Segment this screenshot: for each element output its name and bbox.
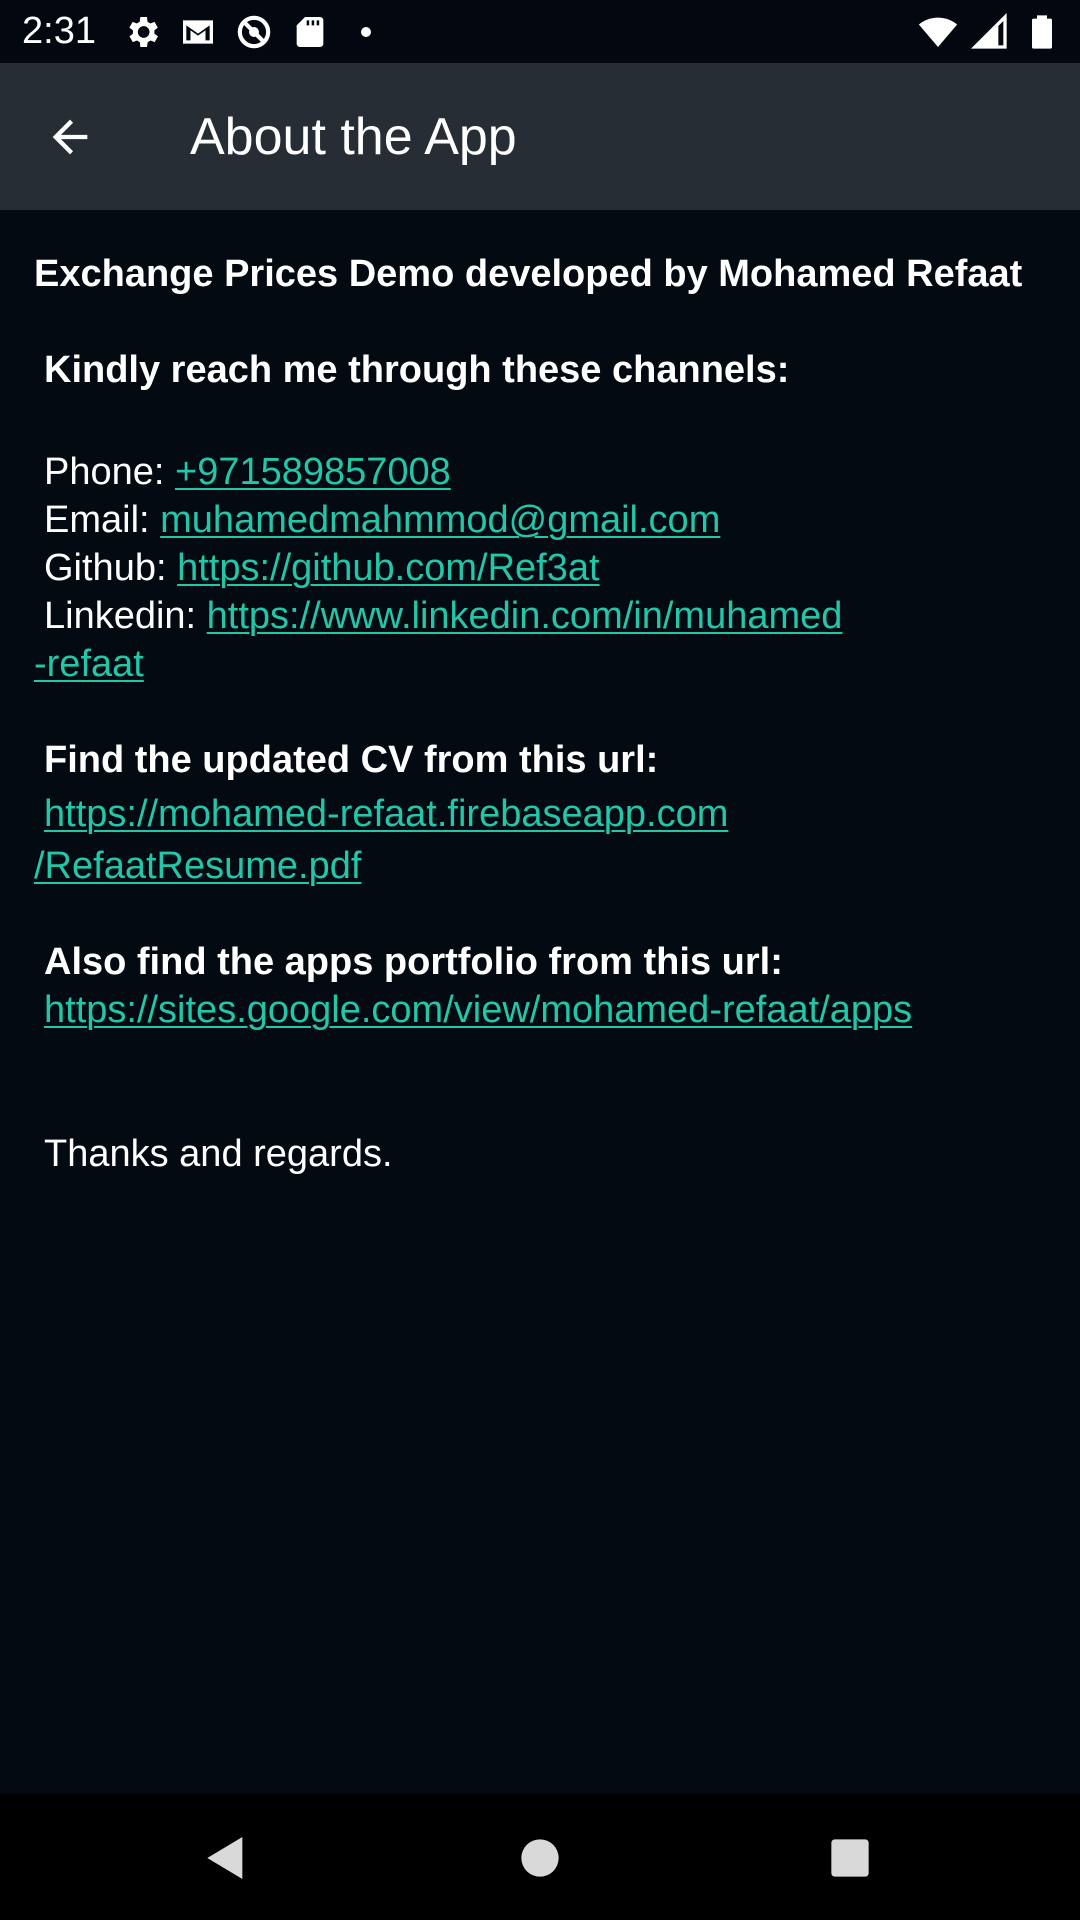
phone-label: Phone: bbox=[44, 451, 175, 493]
system-nav-bar bbox=[0, 1794, 1080, 1920]
nav-home-button[interactable] bbox=[512, 1830, 568, 1886]
github-link[interactable]: https://github.com/Ref3at bbox=[177, 547, 599, 589]
linkedin-label: Linkedin: bbox=[44, 595, 207, 637]
status-icons-left bbox=[122, 12, 386, 52]
contact-row-phone: Phone: +971589857008 bbox=[34, 448, 1054, 496]
contact-row-github: Github: https://github.com/Ref3at bbox=[34, 544, 1054, 592]
phone-link[interactable]: +971589857008 bbox=[175, 451, 451, 493]
app-bar: About the App bbox=[0, 63, 1080, 210]
cv-link-row: https://mohamed-refaat.firebaseapp.com bbox=[34, 790, 1054, 838]
status-bar: 2:31 bbox=[0, 0, 1080, 63]
cv-heading: Find the updated CV from this url: bbox=[44, 739, 659, 781]
contact-row-linkedin-cont: -refaat bbox=[34, 640, 1054, 688]
nav-back-button[interactable] bbox=[198, 1830, 254, 1886]
portfolio-heading: Also find the apps portfolio from this u… bbox=[44, 941, 783, 983]
settings-icon bbox=[122, 12, 162, 52]
github-label: Github: bbox=[44, 547, 178, 589]
wifi-icon bbox=[918, 12, 958, 52]
portfolio-link[interactable]: https://sites.google.com/view/mohamed-re… bbox=[44, 989, 912, 1031]
dot-icon bbox=[346, 12, 386, 52]
intro-text: Exchange Prices Demo developed by Mohame… bbox=[34, 253, 1023, 295]
battery-icon bbox=[1022, 12, 1062, 52]
closing-text: Thanks and regards. bbox=[44, 1133, 393, 1175]
email-link[interactable]: muhamedmahmmod@gmail.com bbox=[160, 499, 720, 541]
nav-recents-button[interactable] bbox=[822, 1830, 878, 1886]
email-label: Email: bbox=[44, 499, 161, 541]
portfolio-link-row: https://sites.google.com/view/mohamed-re… bbox=[34, 986, 1054, 1034]
home-circle-icon bbox=[521, 1839, 559, 1877]
reach-heading: Kindly reach me through these channels: bbox=[44, 349, 790, 391]
sd-card-icon bbox=[290, 12, 330, 52]
contact-row-linkedin: Linkedin: https://www.linkedin.com/in/mu… bbox=[34, 592, 1054, 640]
cellular-icon bbox=[970, 12, 1010, 52]
cv-link-continued[interactable]: /RefaatResume.pdf bbox=[34, 845, 361, 887]
linkedin-link-continued[interactable]: -refaat bbox=[34, 643, 144, 685]
status-icons-right bbox=[918, 12, 1062, 52]
back-button[interactable] bbox=[30, 107, 110, 167]
about-content: Exchange Prices Demo developed by Mohame… bbox=[34, 250, 1054, 1178]
gmail-icon bbox=[178, 12, 218, 52]
status-time: 2:31 bbox=[22, 10, 96, 52]
cv-link-row-cont: /RefaatResume.pdf bbox=[34, 842, 1054, 890]
cv-link[interactable]: https://mohamed-refaat.firebaseapp.com bbox=[44, 793, 728, 835]
arrow-back-icon bbox=[52, 119, 88, 155]
recents-square-icon bbox=[831, 1839, 869, 1877]
linkedin-link[interactable]: https://www.linkedin.com/in/muhamed bbox=[207, 595, 843, 637]
data-saver-icon bbox=[234, 12, 274, 52]
page-title: About the App bbox=[190, 108, 517, 166]
back-triangle-icon bbox=[207, 1837, 243, 1879]
contact-row-email: Email: muhamedmahmmod@gmail.com bbox=[34, 496, 1054, 544]
